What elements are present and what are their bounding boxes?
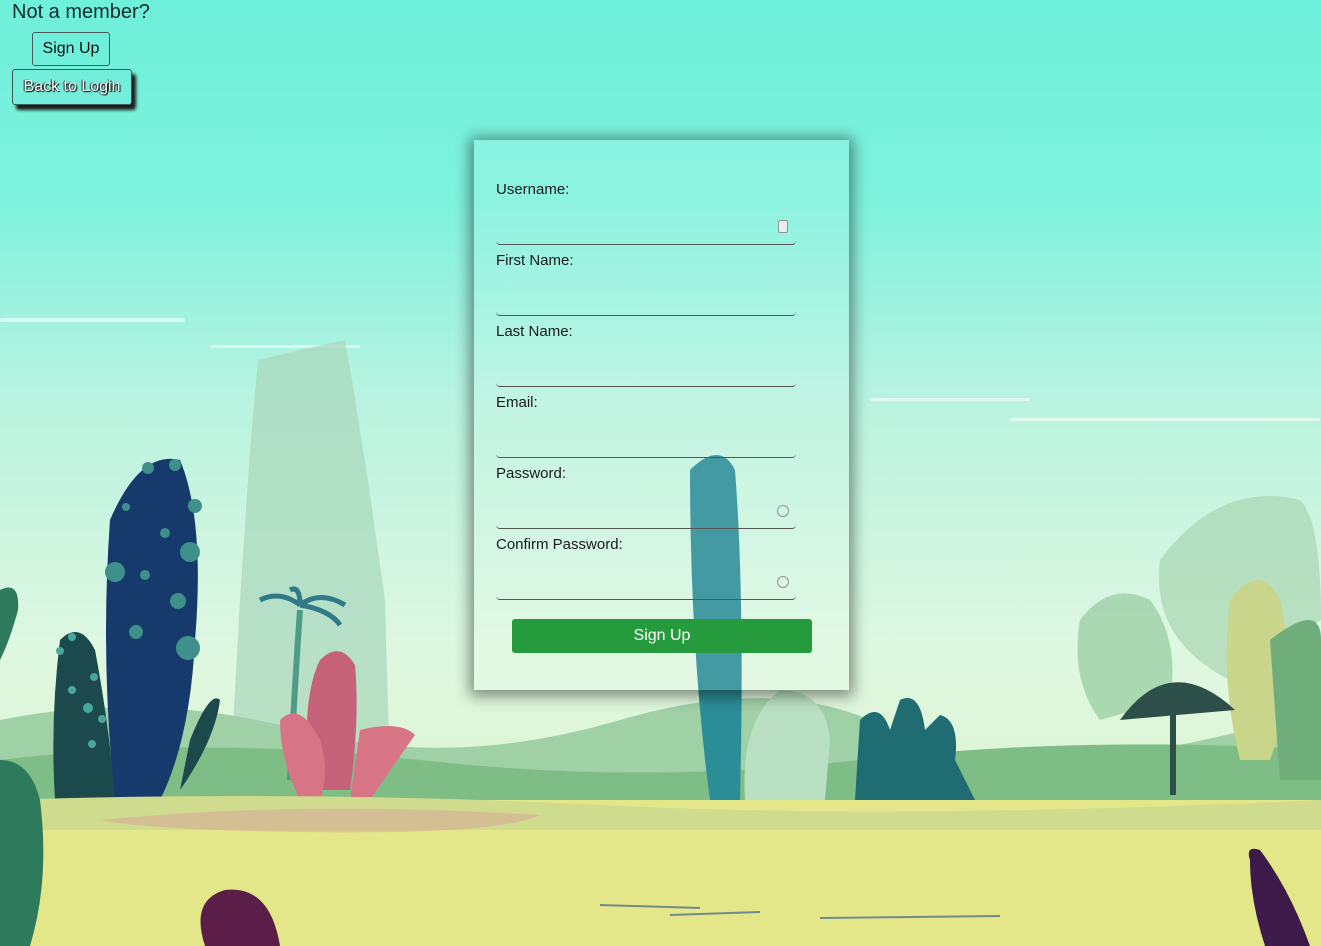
contact-card-icon [776, 220, 790, 234]
password-input[interactable] [496, 503, 796, 529]
key-icon [776, 575, 790, 589]
first-name-label: First Name: [496, 252, 574, 269]
last-name-label: Last Name: [496, 323, 573, 340]
confirm-password-input[interactable] [496, 574, 796, 600]
back-to-login-button[interactable]: Back to Login [12, 69, 132, 105]
sign-up-button[interactable]: Sign Up [32, 32, 110, 66]
not-a-member-heading: Not a member? [12, 1, 150, 23]
email-input[interactable] [496, 432, 796, 458]
password-label: Password: [496, 465, 567, 482]
first-name-input[interactable] [496, 290, 796, 316]
last-name-input[interactable] [496, 361, 796, 387]
key-icon [776, 504, 790, 518]
username-input[interactable] [496, 219, 796, 245]
signup-form-card: Username: First Name: Last Name: Email: … [474, 140, 849, 690]
confirm-password-label: Confirm Password: [496, 536, 623, 553]
username-label: Username: [496, 181, 570, 198]
email-label: Email: [496, 394, 538, 411]
submit-sign-up-button[interactable]: Sign Up [512, 619, 812, 653]
